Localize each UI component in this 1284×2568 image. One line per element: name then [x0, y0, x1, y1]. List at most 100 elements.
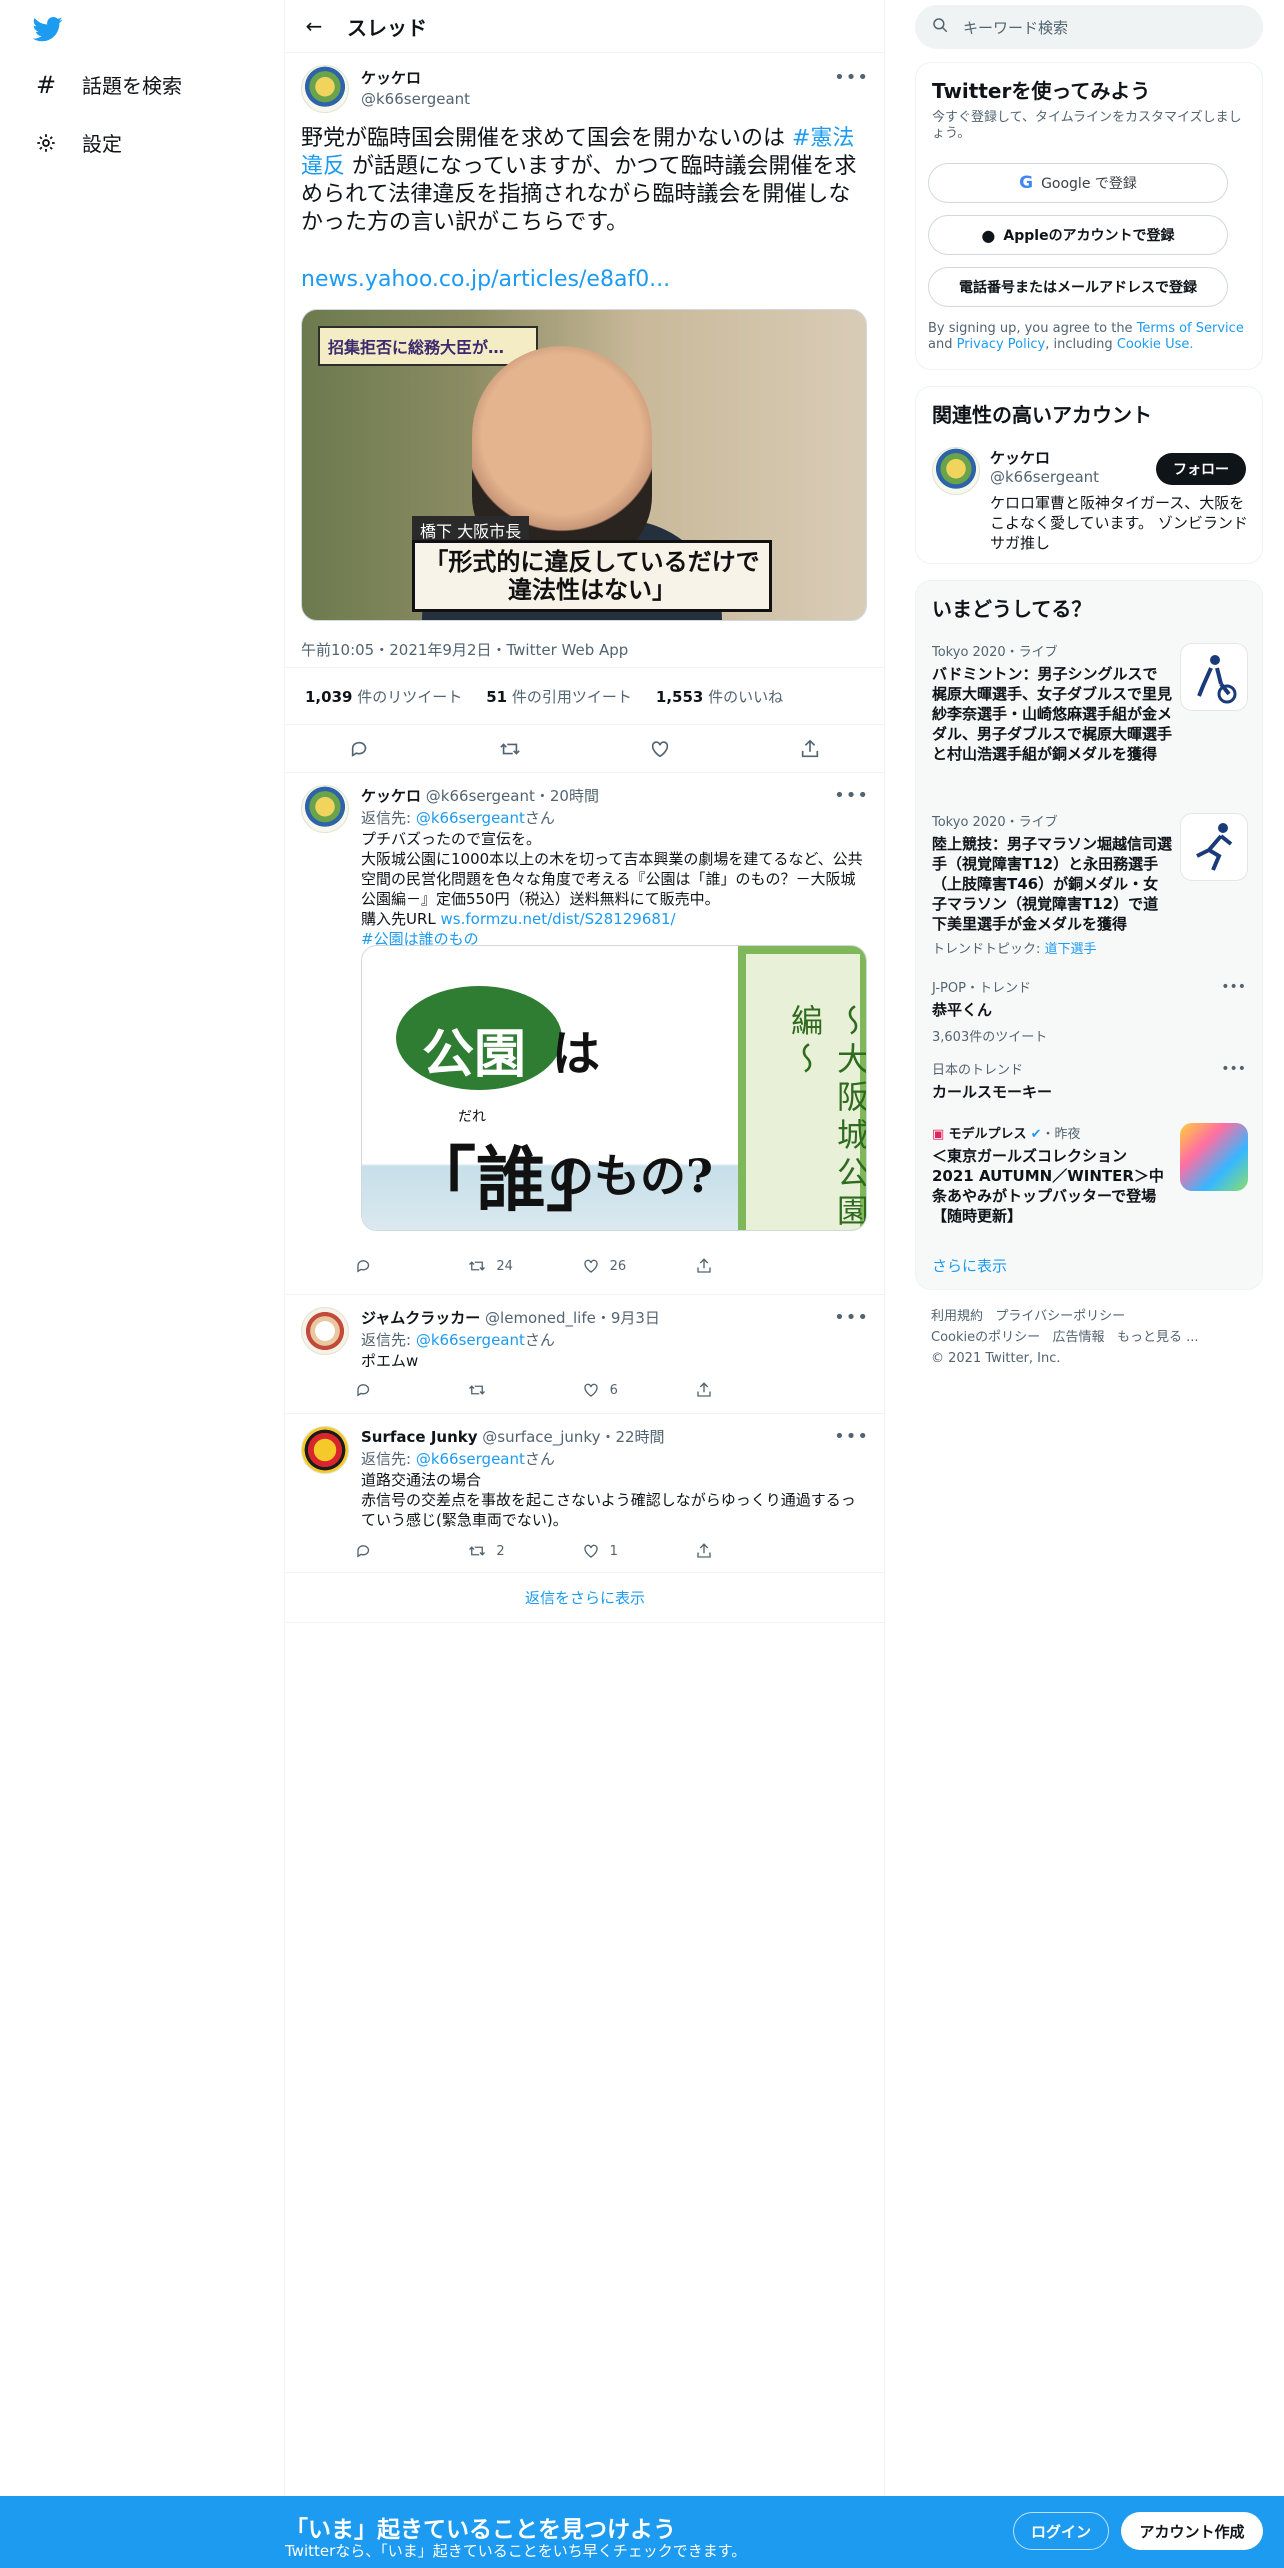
- more-options-icon[interactable]: •••: [1221, 979, 1246, 995]
- tweet-image[interactable]: 招集拒否に総務大臣が… 橋下 大阪市長 「形式的に違反しているだけで違法性はない…: [301, 309, 867, 621]
- phone-email-signup-button[interactable]: 電話番号またはメールアドレスで登録: [928, 267, 1228, 307]
- reply-tweet[interactable]: ジャムクラッカー @lemoned_life・9月3日 ••• 返信先: @k6…: [285, 1295, 885, 1414]
- like-action[interactable]: 6: [582, 1381, 682, 1399]
- author-name[interactable]: ケッケロ: [361, 67, 470, 88]
- share-icon[interactable]: [790, 729, 830, 769]
- reply-tweet[interactable]: Surface Junky @surface_junky・22時間 ••• 返信…: [285, 1414, 885, 1573]
- more-options-icon[interactable]: •••: [834, 1426, 869, 1447]
- trend-source-name: モデルプレス: [948, 1127, 1027, 1142]
- like-action[interactable]: 1: [582, 1542, 682, 1560]
- footer-link[interactable]: プライバシーポリシー: [995, 1309, 1125, 1324]
- twitter-logo-icon[interactable]: [30, 14, 66, 44]
- reply-author-name[interactable]: ケッケロ: [361, 787, 421, 805]
- login-button[interactable]: ログイン: [1013, 2512, 1109, 2550]
- footer-link[interactable]: 広告情報: [1053, 1330, 1105, 1345]
- reply-to-handle[interactable]: @k66sergeant: [416, 1450, 525, 1468]
- reply-to-handle[interactable]: @k66sergeant: [416, 1331, 525, 1349]
- reply-to-handle[interactable]: @k66sergeant: [416, 809, 525, 827]
- more-options-icon[interactable]: •••: [834, 67, 869, 88]
- share-action[interactable]: [695, 1257, 795, 1275]
- purchase-link[interactable]: ws.formzu.net/dist/S28129681/: [441, 910, 676, 928]
- page-title: スレッド: [347, 15, 427, 40]
- search-input[interactable]: キーワード検索: [915, 5, 1263, 49]
- book-cover-image[interactable]: 公園 は だれ 「誰」 のもの? 〜大阪城公園編〜: [361, 945, 867, 1231]
- follow-button[interactable]: フォロー: [1156, 453, 1246, 485]
- reply-time[interactable]: ・20時間: [535, 787, 599, 805]
- reply-tweet[interactable]: ケッケロ @k66sergeant・20時間 ••• 返信先: @k66serg…: [285, 773, 885, 1295]
- trend-item[interactable]: Tokyo 2020・ライブ バドミントン：男子シングルスで梶原大暉選手、女子ダ…: [932, 641, 1172, 764]
- related-account-name[interactable]: ケッケロ: [990, 447, 1099, 468]
- avatar[interactable]: [932, 447, 980, 495]
- show-more-replies-link[interactable]: 返信をさらに表示: [285, 1573, 885, 1623]
- reply-action[interactable]: [355, 1381, 455, 1399]
- reply-time[interactable]: ・9月3日: [596, 1309, 660, 1327]
- reply-author-handle[interactable]: @surface_junky: [482, 1428, 600, 1446]
- terms-link[interactable]: Terms of Service: [1137, 321, 1244, 336]
- trend-item[interactable]: ▣ モデルプレス ✔・昨夜 ＜東京ガールズコレクション 2021 AUTUMN／…: [932, 1123, 1172, 1226]
- retweet-action[interactable]: [468, 1381, 568, 1399]
- signup-subtitle: 今すぐ登録して、タイムラインをカスタマイズしましょう。: [932, 110, 1242, 141]
- reply-action[interactable]: [355, 1257, 455, 1275]
- author-handle[interactable]: @k66sergeant: [361, 90, 470, 108]
- trend-item[interactable]: Tokyo 2020・ライブ 陸上競技：男子マラソン堀越信司選手（視覚障害T12…: [932, 811, 1172, 957]
- back-arrow-icon[interactable]: ←: [297, 9, 331, 43]
- tweet-timestamp[interactable]: 午前10:05・2021年9月2日・Twitter Web App: [301, 639, 628, 660]
- article-link[interactable]: news.yahoo.co.jp/articles/e8af0...: [301, 267, 670, 292]
- signup-button[interactable]: アカウント作成: [1121, 2512, 1263, 2550]
- like-icon[interactable]: [640, 729, 680, 769]
- more-options-icon[interactable]: •••: [834, 785, 869, 806]
- retweet-action[interactable]: 2: [468, 1542, 568, 1560]
- like-action[interactable]: 26: [582, 1257, 682, 1275]
- trend-title: バドミントン：男子シングルスで梶原大暉選手、女子ダブルスで里見紗李奈選手・山崎悠…: [932, 665, 1173, 763]
- reply-author-handle[interactable]: @k66sergeant: [426, 787, 535, 805]
- retweet-action[interactable]: 24: [468, 1257, 568, 1275]
- cookie-link[interactable]: Cookie Use.: [1117, 337, 1194, 352]
- trend-topic-link[interactable]: 道下選手: [1045, 942, 1097, 957]
- show-more-trends-link[interactable]: さらに表示: [932, 1255, 1007, 1276]
- avatar[interactable]: [301, 785, 349, 833]
- footer-link[interactable]: もっと見る ...: [1117, 1330, 1199, 1345]
- retweet-count[interactable]: 1,039 件のリツイート: [305, 686, 462, 707]
- related-account-handle[interactable]: @k66sergeant: [990, 468, 1099, 486]
- nav-explore[interactable]: # 話題を検索: [34, 70, 182, 99]
- avatar[interactable]: [301, 1307, 349, 1355]
- more-options-icon[interactable]: •••: [834, 1307, 869, 1328]
- search-icon: [931, 16, 949, 38]
- share-action[interactable]: [695, 1542, 795, 1560]
- reply-text: ポエムw: [361, 1352, 419, 1370]
- reply-author-name[interactable]: Surface Junky: [361, 1428, 478, 1446]
- footer-links: 利用規約 プライバシーポリシー Cookieのポリシー 広告情報 もっと見る .…: [931, 1306, 1251, 1369]
- apple-signup-button[interactable]: ● Appleのアカウントで登録: [928, 215, 1228, 255]
- thread-header: ← スレッド: [285, 0, 885, 53]
- trend-title: カールスモーキー: [932, 1083, 1053, 1101]
- reply-icon[interactable]: [340, 729, 380, 769]
- share-action[interactable]: [695, 1381, 795, 1399]
- footer-link[interactable]: Cookieのポリシー: [931, 1330, 1040, 1345]
- nav-explore-label: 話題を検索: [82, 74, 182, 98]
- terms-text: , including: [1045, 337, 1117, 352]
- google-signup-button[interactable]: G Google で登録: [928, 163, 1228, 203]
- more-options-icon[interactable]: •••: [1221, 1061, 1246, 1077]
- reply-to: 返信先: @k66sergeantさん: [361, 1329, 555, 1350]
- quote-count[interactable]: 51 件の引用ツイート: [486, 686, 632, 707]
- nav-settings[interactable]: 設定: [34, 128, 122, 157]
- avatar[interactable]: [301, 65, 349, 113]
- reply-time[interactable]: ・22時間: [600, 1428, 664, 1446]
- banner-title: 「いま」起きていることを見つけよう: [285, 2517, 676, 2543]
- reply-author-handle[interactable]: @lemoned_life: [485, 1309, 596, 1327]
- like-count[interactable]: 1,553 件のいいね: [656, 686, 783, 707]
- footer-link[interactable]: 利用規約: [931, 1309, 983, 1324]
- privacy-link[interactable]: Privacy Policy: [957, 337, 1046, 352]
- reply-action[interactable]: [355, 1542, 455, 1560]
- reply-author-name[interactable]: ジャムクラッカー: [361, 1309, 480, 1327]
- quote-number: 51: [486, 687, 508, 706]
- reply-to: 返信先: @k66sergeantさん: [361, 807, 555, 828]
- trend-item[interactable]: 日本のトレンド カールスモーキー: [932, 1059, 1248, 1102]
- cover-left: 公園 は だれ 「誰」 のもの?: [362, 946, 738, 1230]
- avatar[interactable]: [301, 1426, 349, 1474]
- like-icon: [583, 1259, 598, 1273]
- reply-line: プチバズったので宣伝を。: [361, 830, 542, 848]
- trend-item[interactable]: J-POP・トレンド 恭平くん 3,603件のツイート: [932, 977, 1248, 1045]
- retweet-icon[interactable]: [490, 729, 530, 769]
- trend-tweet-count: 3,603件のツイート: [932, 1030, 1048, 1045]
